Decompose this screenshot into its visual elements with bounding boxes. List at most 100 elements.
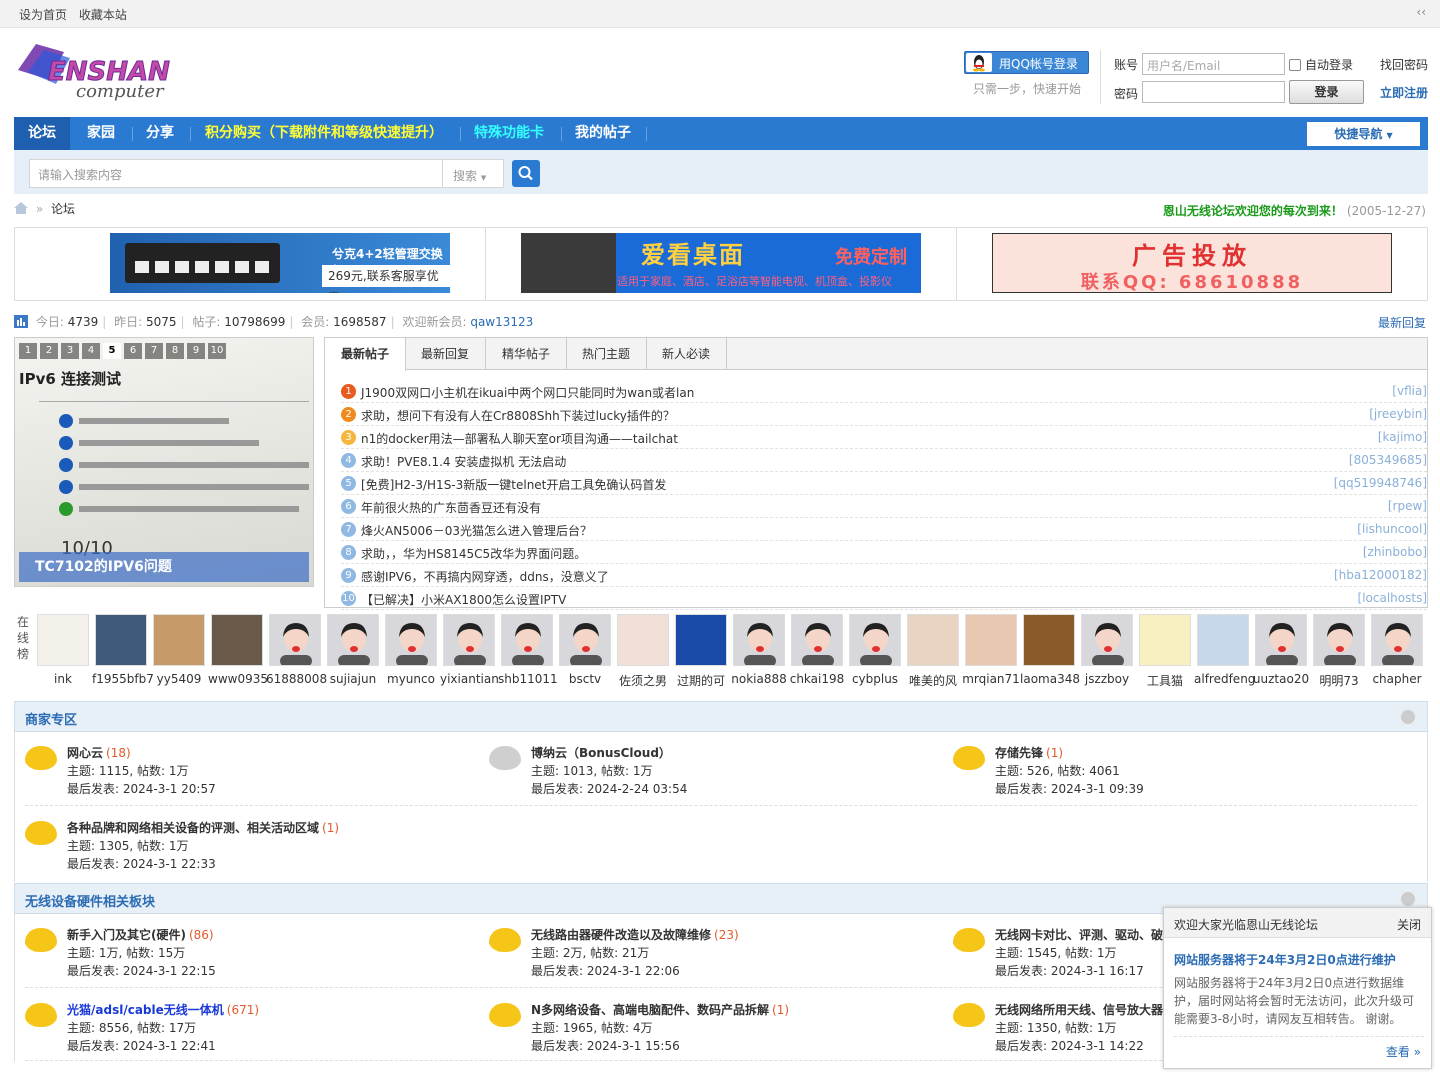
- forum-name-link[interactable]: 无线网卡对比、评测、驱动、破: [995, 926, 1166, 943]
- online-user-name[interactable]: 佐须之男: [614, 672, 672, 689]
- checkbox-icon[interactable]: [1289, 59, 1301, 71]
- post-author-link[interactable]: [zhinbobo]: [1363, 545, 1427, 559]
- popup-title-link[interactable]: 网站服务器将于24年3月2日0点进行维护: [1174, 951, 1396, 968]
- register-link[interactable]: 立即注册: [1380, 84, 1428, 101]
- slide-pager-number[interactable]: 8: [166, 343, 184, 359]
- online-user-name[interactable]: laoma348: [1020, 672, 1080, 686]
- forum-name-link[interactable]: 博纳云（BonusCloud）: [531, 744, 674, 761]
- forum-last-post[interactable]: 最后发表: 2024-2-24 03:54: [531, 780, 687, 797]
- post-author-link[interactable]: [kajimo]: [1378, 430, 1427, 444]
- online-user[interactable]: myunco: [382, 614, 440, 686]
- user-avatar-icon[interactable]: [907, 614, 959, 666]
- slide-pager-number[interactable]: 2: [40, 343, 58, 359]
- slide-pager-number[interactable]: 3: [61, 343, 79, 359]
- user-avatar-icon[interactable]: [1081, 614, 1133, 666]
- nav-item-forum[interactable]: 论坛: [14, 117, 70, 150]
- online-user-name[interactable]: 过期的可: [672, 672, 730, 689]
- slide-pager-number[interactable]: 9: [187, 343, 205, 359]
- forum-name-link[interactable]: 存储先锋 (1): [995, 744, 1063, 761]
- forum-item[interactable]: 博纳云（BonusCloud） 主题: 1013, 帖数: 1万 最后发表: 202…: [489, 744, 949, 804]
- forum-name-link[interactable]: 网心云 (18): [67, 744, 131, 761]
- online-user[interactable]: mrqian71: [962, 614, 1020, 686]
- nav-item-share[interactable]: 分享: [132, 117, 188, 150]
- post-title-link[interactable]: 求助！PVE8.1.4 安装虚拟机 无法启动: [361, 453, 566, 470]
- login-button[interactable]: 登录: [1289, 80, 1364, 104]
- qq-login-button[interactable]: 用QQ帐号登录: [964, 51, 1089, 74]
- slide-pager-number[interactable]: 6: [124, 343, 142, 359]
- tab-newbie-must-read[interactable]: 新人必读: [646, 338, 728, 370]
- online-user[interactable]: jszzboy: [1078, 614, 1136, 686]
- online-user-name[interactable]: mrqian71: [962, 672, 1020, 686]
- online-user[interactable]: 61888008: [266, 614, 327, 686]
- online-user-name[interactable]: chapher: [1368, 672, 1426, 686]
- post-title-link[interactable]: 求助，，华为HS8145C5改华为界面问题。: [361, 545, 586, 562]
- post-title-link[interactable]: 【已解决】小米AX1800怎么设置IPTV: [361, 591, 566, 608]
- user-avatar-icon[interactable]: [37, 614, 89, 666]
- set-home-link[interactable]: 设为首页: [19, 8, 67, 22]
- online-user-name[interactable]: bsctv: [556, 672, 614, 686]
- user-avatar-icon[interactable]: [675, 614, 727, 666]
- online-user-name[interactable]: shb11011: [498, 672, 558, 686]
- popup-more-link[interactable]: 查看 »: [1386, 1043, 1421, 1060]
- collapse-icon[interactable]: ‹‹: [1416, 5, 1426, 19]
- forum-name[interactable]: 各种品牌和网络相关设备的评测、相关活动区域: [67, 821, 319, 835]
- post-author-link[interactable]: [hba12000182]: [1334, 568, 1427, 582]
- post-title-link[interactable]: 年前很火热的广东茴香豆还有没有: [361, 499, 541, 516]
- online-user-name[interactable]: sujiajun: [324, 672, 382, 686]
- forum-last-post[interactable]: 最后发表: 2024-3-1 15:56: [531, 1037, 680, 1054]
- online-user-name[interactable]: jszzboy: [1078, 672, 1136, 686]
- online-user[interactable]: uuztao20: [1252, 614, 1310, 686]
- forum-name[interactable]: N多网络设备、高端电脑配件、数码产品拆解: [531, 1003, 769, 1017]
- user-avatar-icon[interactable]: [1197, 614, 1249, 666]
- user-avatar-icon[interactable]: [791, 614, 843, 666]
- featured-slideshow[interactable]: IPv6 连接测试 10/10 1 2 3 4 5 6 7 8 9 10 TC7102的IPV6问…: [14, 337, 314, 587]
- forum-name[interactable]: 网心云: [67, 746, 103, 760]
- search-button[interactable]: [512, 160, 540, 187]
- collapse-icon[interactable]: [1401, 892, 1415, 906]
- auto-login-checkbox[interactable]: 自动登录: [1289, 56, 1353, 73]
- forum-last-post[interactable]: 最后发表: 2024-3-1 22:15: [67, 962, 216, 979]
- password-input[interactable]: [1142, 81, 1285, 103]
- forum-item[interactable]: 网心云 (18) 主题: 1115, 帖数: 1万 最后发表: 2024-3-1 20…: [25, 744, 485, 804]
- post-author-link[interactable]: [qq519948746]: [1334, 476, 1427, 490]
- forum-last-post[interactable]: 最后发表: 2024-3-1 09:39: [995, 780, 1144, 797]
- user-avatar-icon[interactable]: [1023, 614, 1075, 666]
- user-avatar-icon[interactable]: [385, 614, 437, 666]
- online-user-name[interactable]: www0935: [208, 672, 268, 686]
- user-avatar-icon[interactable]: [849, 614, 901, 666]
- post-row[interactable]: 8 求助，，华为HS8145C5改华为界面问题。 [zhinbobo]: [341, 541, 1427, 564]
- user-avatar-icon[interactable]: [1139, 614, 1191, 666]
- online-user[interactable]: ink: [34, 614, 92, 686]
- forum-name-link[interactable]: 各种品牌和网络相关设备的评测、相关活动区域 (1): [67, 819, 339, 836]
- breadcrumb-current[interactable]: 论坛: [51, 202, 75, 216]
- online-user-name[interactable]: 明明73: [1310, 672, 1368, 689]
- user-avatar-icon[interactable]: [1255, 614, 1307, 666]
- online-user-name[interactable]: myunco: [382, 672, 440, 686]
- user-avatar-icon[interactable]: [443, 614, 495, 666]
- post-title-link[interactable]: [免费]H2-3/H1S-3新版一键telnet开启工具免确认码首发: [361, 476, 666, 493]
- forum-name[interactable]: 无线网络所用天线、信号放大器: [995, 1003, 1163, 1017]
- newest-member-link[interactable]: qaw13123: [470, 315, 533, 329]
- bookmark-link[interactable]: 收藏本站: [79, 8, 127, 22]
- user-avatar-icon[interactable]: [153, 614, 205, 666]
- online-user[interactable]: alfredfeng: [1194, 614, 1255, 686]
- online-user[interactable]: 过期的可: [672, 614, 730, 689]
- forum-name[interactable]: 无线路由器硬件改造以及故障维修: [531, 928, 711, 942]
- forum-item[interactable]: 光猫/adsl/cable无线一体机 (671) 主题: 8556, 帖数: 17万…: [25, 1001, 485, 1061]
- slide-pager-number[interactable]: 7: [145, 343, 163, 359]
- slide-pager-number[interactable]: 4: [82, 343, 100, 359]
- forum-name[interactable]: 博纳云（BonusCloud）: [531, 746, 671, 760]
- collapse-icon[interactable]: [1401, 710, 1415, 724]
- site-logo[interactable]: ENSHAN computer: [14, 40, 190, 102]
- post-author-link[interactable]: [localhosts]: [1358, 591, 1427, 605]
- user-avatar-icon[interactable]: [733, 614, 785, 666]
- new-reply-link[interactable]: 最新回复: [1378, 314, 1426, 331]
- nav-item-special-cards[interactable]: 特殊功能卡: [460, 117, 558, 150]
- user-avatar-icon[interactable]: [269, 614, 321, 666]
- forum-last-post[interactable]: 最后发表: 2024-3-1 14:22: [995, 1037, 1144, 1054]
- post-row[interactable]: 1 J1900双网口小主机在ikuai中两个网口只能同时为wan或者lan [vfl…: [341, 380, 1427, 403]
- forum-last-post[interactable]: 最后发表: 2024-3-1 22:41: [67, 1037, 216, 1054]
- forum-name[interactable]: 无线网卡对比、评测、驱动、破: [995, 928, 1163, 942]
- slide-pager-number[interactable]: 10: [208, 343, 226, 359]
- online-user[interactable]: 佐须之男: [614, 614, 672, 689]
